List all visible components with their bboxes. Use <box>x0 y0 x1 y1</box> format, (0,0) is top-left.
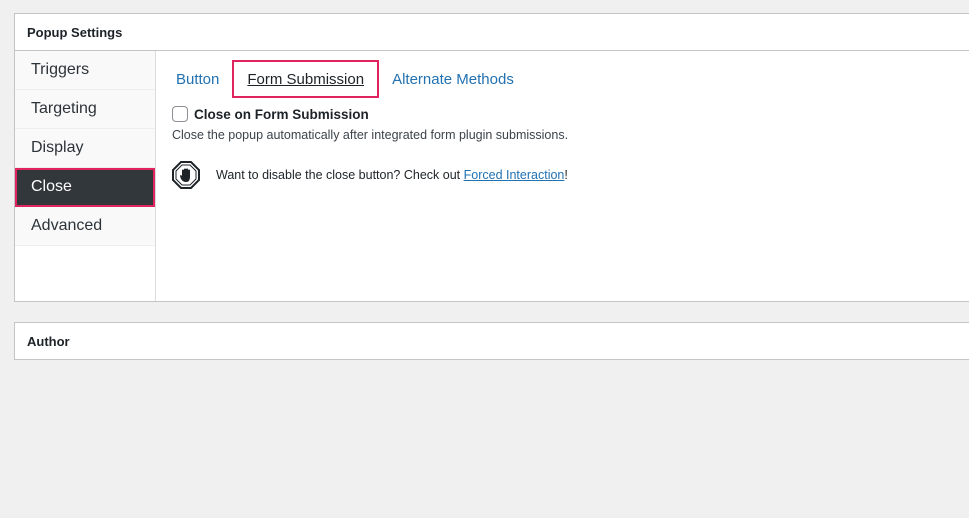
notice-text: Want to disable the close button? Check … <box>216 168 461 182</box>
popup-settings-header: Popup Settings <box>15 14 969 51</box>
sidebar-item-triggers[interactable]: Triggers <box>15 51 155 90</box>
close-subtabs: Button Form Submission Alternate Methods <box>172 59 957 99</box>
close-on-form-submission-checkbox[interactable] <box>172 106 188 122</box>
sidebar-item-display[interactable]: Display <box>15 129 155 168</box>
forced-interaction-notice: Want to disable the close button? Check … <box>172 161 957 189</box>
close-on-form-submission-label[interactable]: Close on Form Submission <box>194 107 369 122</box>
sidebar-item-close[interactable]: Close <box>15 168 155 207</box>
tab-form-submission[interactable]: Form Submission <box>232 60 380 98</box>
settings-sidebar: Triggers Targeting Display Close Advance… <box>15 51 156 301</box>
author-header[interactable]: Author <box>15 323 969 359</box>
tab-alternate-methods[interactable]: Alternate Methods <box>379 60 527 98</box>
forced-interaction-link[interactable]: Forced Interaction <box>464 168 565 182</box>
author-box[interactable]: Author <box>14 322 969 360</box>
notice-suffix: ! <box>564 168 568 182</box>
settings-content: Button Form Submission Alternate Methods… <box>156 51 969 301</box>
close-on-form-submission-field: Close on Form Submission <box>172 106 957 122</box>
popup-settings-box: Popup Settings Triggers Targeting Displa… <box>14 13 969 302</box>
sidebar-item-advanced[interactable]: Advanced <box>15 207 155 246</box>
field-description: Close the popup automatically after inte… <box>172 128 569 142</box>
stop-hand-icon <box>172 161 200 189</box>
tab-button[interactable]: Button <box>172 60 232 98</box>
sidebar-item-targeting[interactable]: Targeting <box>15 90 155 129</box>
